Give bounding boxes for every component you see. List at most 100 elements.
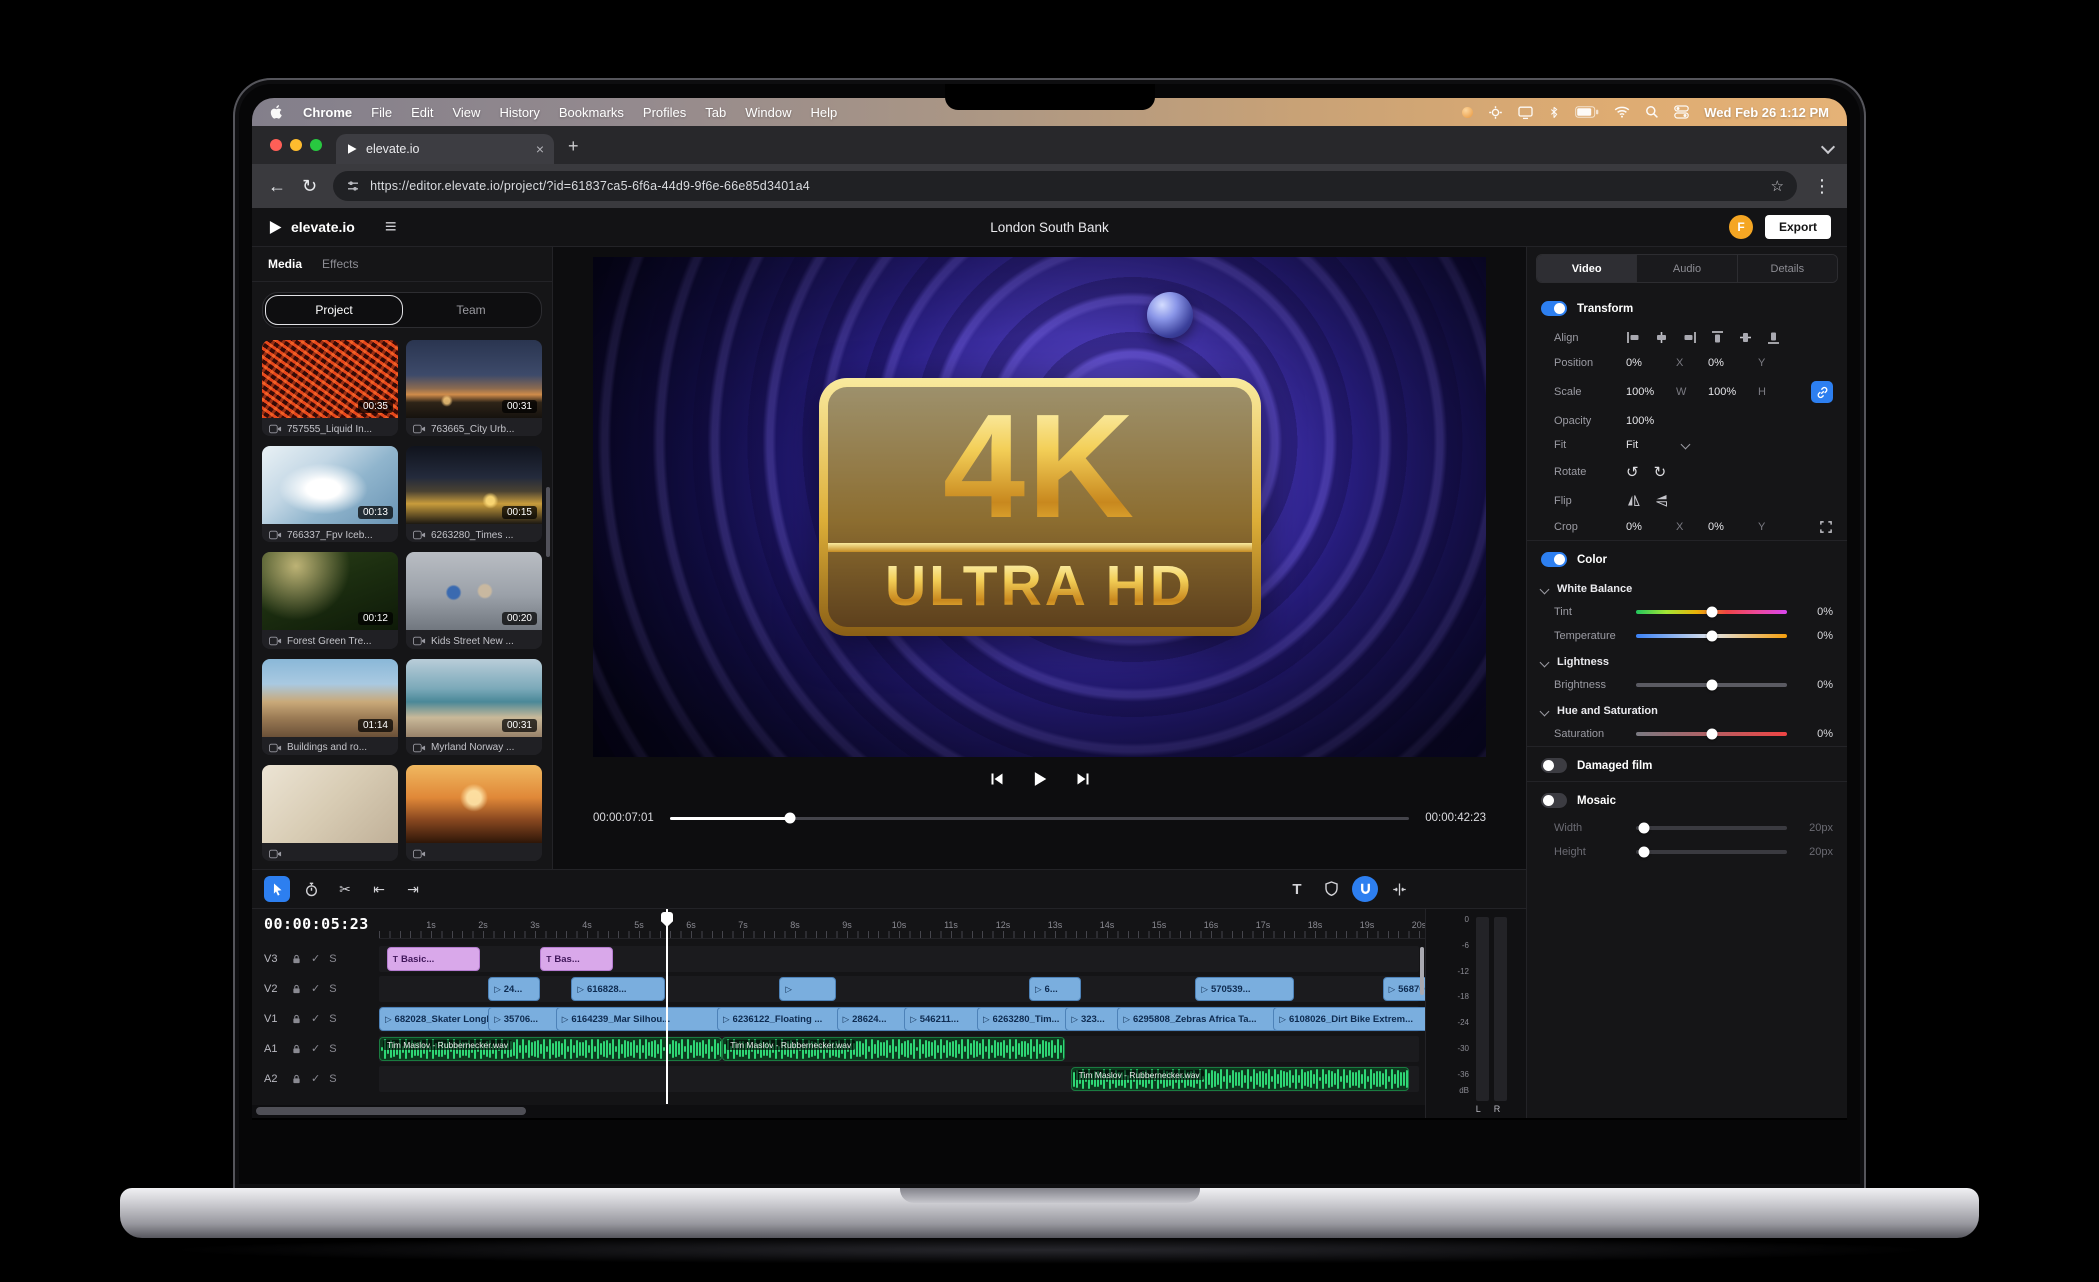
ruler-lane[interactable]: 1s2s3s4s5s6s7s8s9s10s11s12s13s14s15s16s1… bbox=[379, 909, 1425, 939]
timeline-clip[interactable]: ▷6236122_Floating ... bbox=[717, 1007, 847, 1031]
scrub-knob[interactable] bbox=[785, 813, 796, 824]
segment-project[interactable]: Project bbox=[265, 295, 403, 325]
menu-item-chrome[interactable]: Chrome bbox=[303, 105, 352, 120]
lightness-header[interactable]: Lightness bbox=[1527, 648, 1847, 673]
align-center-horizontal-icon[interactable] bbox=[1654, 330, 1669, 345]
timeline-vertical-scrollbar[interactable] bbox=[1420, 947, 1424, 995]
timer-tool-button[interactable] bbox=[298, 876, 324, 902]
text-tool-button[interactable]: T bbox=[1284, 876, 1310, 902]
timeline-clip[interactable]: ▷6263280_Tim... bbox=[977, 1007, 1075, 1031]
tab-effects[interactable]: Effects bbox=[322, 257, 358, 271]
temperature-slider[interactable] bbox=[1636, 634, 1787, 638]
temperature-slider-knob[interactable] bbox=[1706, 631, 1717, 642]
user-avatar[interactable]: F bbox=[1729, 215, 1753, 239]
timeline-clip[interactable]: ▷682028_Skater Longboard ... bbox=[379, 1007, 498, 1031]
back-icon[interactable]: ← bbox=[268, 177, 286, 195]
opacity-value[interactable]: 100% bbox=[1626, 415, 1670, 427]
enable-check-icon[interactable]: ✓ bbox=[311, 1074, 320, 1085]
enable-check-icon[interactable]: ✓ bbox=[311, 984, 320, 995]
menu-item-help[interactable]: Help bbox=[811, 105, 838, 120]
control-center-icon[interactable] bbox=[1674, 105, 1689, 119]
search-icon[interactable] bbox=[1645, 105, 1659, 119]
timeline-clip[interactable]: ▷35706... bbox=[488, 1007, 566, 1031]
brightness-slider-knob[interactable] bbox=[1706, 680, 1717, 691]
bluetooth-icon[interactable] bbox=[1548, 105, 1560, 120]
menu-item-window[interactable]: Window bbox=[745, 105, 791, 120]
enable-check-icon[interactable]: ✓ bbox=[311, 1014, 320, 1025]
white-balance-chevron-icon[interactable] bbox=[1540, 584, 1550, 594]
solo-button[interactable]: S bbox=[329, 1074, 336, 1085]
scale-w-value[interactable]: 100% bbox=[1626, 386, 1670, 398]
tab-media[interactable]: Media bbox=[268, 257, 302, 271]
white-balance-header[interactable]: White Balance bbox=[1527, 575, 1847, 600]
rotate-right-icon[interactable]: ↻ bbox=[1654, 463, 1667, 481]
bookmark-star-icon[interactable]: ☆ bbox=[1771, 177, 1784, 195]
menu-item-history[interactable]: History bbox=[499, 105, 539, 120]
new-tab-button[interactable]: + bbox=[568, 136, 579, 157]
tint-slider-knob[interactable] bbox=[1706, 607, 1717, 618]
media-card[interactable]: 00:156263280_Times ... bbox=[406, 446, 542, 542]
video-canvas[interactable]: 4K ULTRA HD bbox=[593, 257, 1486, 757]
menu-item-tab[interactable]: Tab bbox=[705, 105, 726, 120]
align-left-icon[interactable] bbox=[1626, 330, 1641, 345]
timeline-clip[interactable]: TBasic... bbox=[387, 947, 480, 971]
media-card[interactable]: 00:31Myrland Norway ... bbox=[406, 659, 542, 755]
display-icon[interactable] bbox=[1518, 105, 1533, 120]
crop-x-value[interactable]: 0% bbox=[1626, 521, 1670, 533]
browser-tab[interactable]: elevate.io × bbox=[336, 134, 554, 164]
media-card[interactable]: 00:35757555_Liquid In... bbox=[262, 340, 398, 436]
position-x-value[interactable]: 0% bbox=[1626, 357, 1670, 369]
lightness-chevron-icon[interactable] bbox=[1540, 657, 1550, 667]
menu-item-edit[interactable]: Edit bbox=[411, 105, 433, 120]
app-logo[interactable]: elevate.io bbox=[268, 219, 355, 235]
tint-slider[interactable] bbox=[1636, 610, 1787, 614]
accessibility-icon[interactable] bbox=[1462, 107, 1473, 118]
apple-menu-icon[interactable] bbox=[270, 104, 284, 120]
flip-horizontal-icon[interactable] bbox=[1626, 493, 1641, 508]
timeline-clip[interactable]: ▷6295808_Zebras Africa Ta... bbox=[1117, 1007, 1283, 1031]
menu-item-profiles[interactable]: Profiles bbox=[643, 105, 686, 120]
timeline-clip[interactable]: ▷570539... bbox=[1195, 977, 1293, 1001]
snap-magnet-button[interactable] bbox=[1352, 876, 1378, 902]
color-toggle[interactable] bbox=[1541, 552, 1567, 567]
link-scale-button[interactable] bbox=[1811, 381, 1833, 403]
menu-item-view[interactable]: View bbox=[452, 105, 480, 120]
timeline-clip[interactable]: TBas... bbox=[540, 947, 612, 971]
reload-icon[interactable]: ↻ bbox=[302, 177, 317, 195]
transform-toggle[interactable] bbox=[1541, 301, 1567, 316]
minimize-window-button[interactable] bbox=[290, 139, 302, 151]
scrub-bar[interactable] bbox=[670, 817, 1409, 820]
fit-dropdown[interactable]: Fit bbox=[1626, 439, 1670, 451]
timeline-clip[interactable]: ▷546211... bbox=[904, 1007, 987, 1031]
timeline-clip[interactable]: ▷24... bbox=[488, 977, 540, 1001]
next-frame-button[interactable] bbox=[1076, 772, 1090, 786]
mosaic-width-knob[interactable] bbox=[1638, 823, 1649, 834]
main-menu-icon[interactable]: ≡ bbox=[385, 217, 397, 237]
damaged-film-toggle[interactable] bbox=[1541, 758, 1567, 773]
lock-icon[interactable] bbox=[291, 1073, 302, 1085]
timeline-clip[interactable]: ▷6... bbox=[1029, 977, 1081, 1001]
crop-expand-icon[interactable] bbox=[1819, 520, 1833, 534]
tab-close-icon[interactable]: × bbox=[536, 142, 544, 156]
trim-start-icon[interactable]: ⇤ bbox=[366, 876, 392, 902]
rotate-left-icon[interactable]: ↺ bbox=[1626, 463, 1639, 481]
saturation-slider-knob[interactable] bbox=[1706, 729, 1717, 740]
media-scrollbar[interactable] bbox=[546, 487, 550, 557]
solo-button[interactable]: S bbox=[329, 984, 336, 995]
tab-details[interactable]: Details bbox=[1738, 255, 1837, 282]
track-lane-v2[interactable]: ▷24...▷616828...▷▷6...▷570539...▷568706.… bbox=[379, 976, 1419, 1002]
export-button[interactable]: Export bbox=[1765, 215, 1831, 239]
scrollbar-thumb[interactable] bbox=[256, 1107, 526, 1115]
gear-icon[interactable] bbox=[1488, 105, 1503, 120]
lock-icon[interactable] bbox=[291, 953, 302, 965]
browser-menu-icon[interactable]: ⋮ bbox=[1813, 177, 1831, 195]
media-card[interactable]: 00:20Kids Street New ... bbox=[406, 552, 542, 648]
media-card[interactable]: 00:13766337_Fpv Iceb... bbox=[262, 446, 398, 542]
timeline-clip[interactable]: Tim Maslov - Rubbernecker.wav bbox=[379, 1037, 722, 1061]
align-center-vertical-icon[interactable] bbox=[1738, 330, 1753, 345]
align-right-icon[interactable] bbox=[1682, 330, 1697, 345]
track-lane-a2[interactable]: Tim Maslov - Rubbernecker.wav bbox=[379, 1066, 1419, 1092]
shield-tool-button[interactable] bbox=[1318, 876, 1344, 902]
media-card[interactable]: 00:31763665_City Urb... bbox=[406, 340, 542, 436]
zoom-window-button[interactable] bbox=[310, 139, 322, 151]
